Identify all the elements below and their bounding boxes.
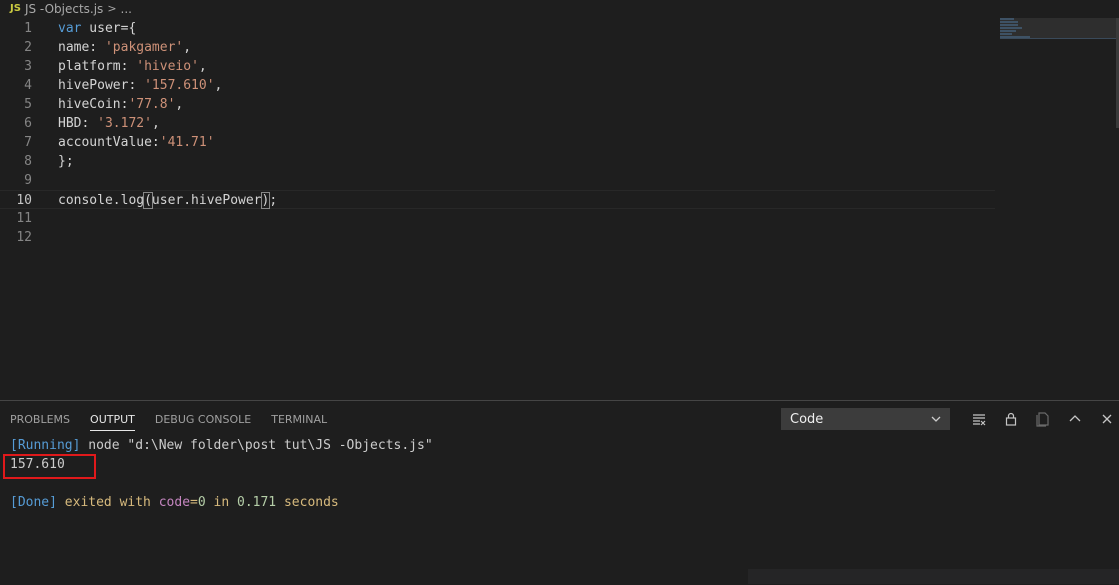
line-number: 3 bbox=[24, 59, 32, 74]
code-token: '157.610' bbox=[144, 78, 215, 93]
maximize-panel-icon[interactable] bbox=[1059, 409, 1091, 429]
code-token: , bbox=[151, 116, 160, 131]
open-log-file-icon[interactable] bbox=[1027, 409, 1059, 429]
code-text: HBD: '3.172', bbox=[58, 114, 160, 133]
code-token: var bbox=[58, 21, 82, 36]
code-token: platform: bbox=[58, 59, 137, 74]
code-token: ; bbox=[269, 193, 278, 208]
code-text: hivePower: '157.610', bbox=[58, 76, 222, 95]
line-number: 10 bbox=[16, 193, 32, 208]
panel-actions bbox=[963, 409, 1119, 429]
line-number: 7 bbox=[24, 135, 32, 150]
done-seconds: seconds bbox=[276, 495, 339, 510]
code-token: user.hivePower bbox=[151, 193, 262, 208]
output-content[interactable]: [Running] node "d:\New folder\post tut\J… bbox=[10, 436, 1119, 512]
code-token: , bbox=[175, 97, 184, 112]
line-number: 1 bbox=[24, 21, 32, 36]
done-tag: [Done] bbox=[10, 495, 57, 510]
code-token: , bbox=[183, 40, 192, 55]
line-number: 6 bbox=[24, 116, 32, 131]
output-blank-line bbox=[10, 474, 1119, 493]
output-channel-value: Code bbox=[790, 411, 824, 427]
running-tag: [Running] bbox=[10, 438, 81, 453]
minimap[interactable] bbox=[1000, 18, 1100, 58]
code-token: 'pakgamer' bbox=[104, 40, 184, 55]
line-number: 9 bbox=[24, 173, 32, 188]
code-token: , bbox=[214, 78, 223, 93]
code-text: }; bbox=[58, 152, 74, 171]
code-line[interactable]: 8}; bbox=[0, 152, 1000, 171]
code-line[interactable]: 9 bbox=[0, 171, 1000, 190]
code-token: ( bbox=[143, 192, 153, 209]
code-token: console.log bbox=[58, 193, 145, 208]
done-equals: = bbox=[190, 495, 198, 510]
output-done-line: [Done] exited with code=0 in 0.171 secon… bbox=[10, 493, 1119, 512]
code-token: hiveCoin: bbox=[58, 97, 129, 112]
output-running-line: [Running] node "d:\New folder\post tut\J… bbox=[10, 436, 1119, 455]
code-text: platform: 'hiveio', bbox=[58, 57, 207, 76]
done-time: 0.171 bbox=[237, 495, 277, 510]
line-number: 2 bbox=[24, 40, 32, 55]
line-number: 11 bbox=[16, 211, 32, 226]
line-number: 5 bbox=[24, 97, 32, 112]
done-in: in bbox=[205, 495, 237, 510]
code-token: HBD: bbox=[58, 116, 98, 131]
code-token: accountValue: bbox=[58, 135, 160, 150]
panel-tabs: PROBLEMS OUTPUT DEBUG CONSOLE TERMINAL bbox=[10, 413, 347, 431]
breadcrumb: JS JS -Objects.js > ... bbox=[0, 0, 1119, 17]
tab-debug-console[interactable]: DEBUG CONSOLE bbox=[155, 413, 251, 431]
code-line[interactable]: 4 hivePower: '157.610', bbox=[0, 76, 1000, 95]
done-code-value: 0 bbox=[197, 495, 206, 510]
status-strip bbox=[748, 569, 1119, 584]
code-editor[interactable]: 1 var user={ 2 name: 'pakgamer', 3 platform: … bbox=[0, 18, 1119, 400]
tab-output[interactable]: OUTPUT bbox=[90, 413, 135, 431]
done-code-keyword: code bbox=[158, 495, 191, 510]
code-line[interactable]: 10 console.log(user.hivePower); bbox=[0, 190, 995, 209]
code-token: , bbox=[198, 59, 207, 74]
lock-icon[interactable] bbox=[995, 409, 1027, 429]
code-line[interactable]: 5 hiveCoin:'77.8', bbox=[0, 95, 1000, 114]
breadcrumb-file[interactable]: JS -Objects.js bbox=[25, 2, 103, 16]
close-panel-icon[interactable] bbox=[1091, 409, 1119, 429]
breadcrumb-symbol[interactable]: ... bbox=[121, 2, 132, 16]
code-token: '77.8' bbox=[128, 97, 176, 112]
code-token: hivePower: bbox=[58, 78, 145, 93]
code-text: name: 'pakgamer', bbox=[58, 38, 191, 57]
bottom-panel: PROBLEMS OUTPUT DEBUG CONSOLE TERMINAL C… bbox=[0, 400, 1119, 585]
javascript-file-icon: JS bbox=[10, 3, 21, 14]
running-command: node "d:\New folder\post tut\JS -Objects… bbox=[80, 438, 433, 453]
output-channel-select[interactable]: Code bbox=[781, 408, 950, 430]
line-number: 8 bbox=[24, 154, 32, 169]
code-text: hiveCoin:'77.8', bbox=[58, 95, 183, 114]
output-result: 157.610 bbox=[10, 457, 65, 472]
chevron-down-icon bbox=[931, 416, 941, 422]
code-line[interactable]: 7 accountValue:'41.71' bbox=[0, 133, 1000, 152]
code-line[interactable]: 2 name: 'pakgamer', bbox=[0, 38, 1000, 57]
code-line[interactable]: 6 HBD: '3.172', bbox=[0, 114, 1000, 133]
line-number: 12 bbox=[16, 230, 32, 245]
code-line[interactable]: 11 bbox=[0, 209, 1000, 228]
tab-terminal[interactable]: TERMINAL bbox=[271, 413, 327, 431]
code-token: 'hiveio' bbox=[136, 59, 199, 74]
done-text: exited with bbox=[56, 495, 159, 510]
code-token: name: bbox=[58, 40, 105, 55]
code-text: accountValue:'41.71' bbox=[58, 133, 215, 152]
result-highlight-box bbox=[3, 454, 96, 479]
code-token: }; bbox=[58, 154, 74, 169]
breadcrumb-separator: > bbox=[107, 2, 117, 15]
tab-problems[interactable]: PROBLEMS bbox=[10, 413, 70, 431]
code-text: var user={ bbox=[58, 19, 136, 38]
code-line[interactable]: 3 platform: 'hiveio', bbox=[0, 57, 1000, 76]
code-line[interactable]: 1 var user={ bbox=[0, 19, 1000, 38]
code-token: user={ bbox=[81, 21, 137, 36]
line-number: 4 bbox=[24, 78, 32, 93]
code-text: console.log(user.hivePower); bbox=[58, 191, 277, 210]
clear-output-icon[interactable] bbox=[963, 409, 995, 429]
code-line[interactable]: 12 bbox=[0, 228, 1000, 247]
code-token: '3.172' bbox=[97, 116, 152, 131]
code-token: '41.71' bbox=[159, 135, 215, 150]
